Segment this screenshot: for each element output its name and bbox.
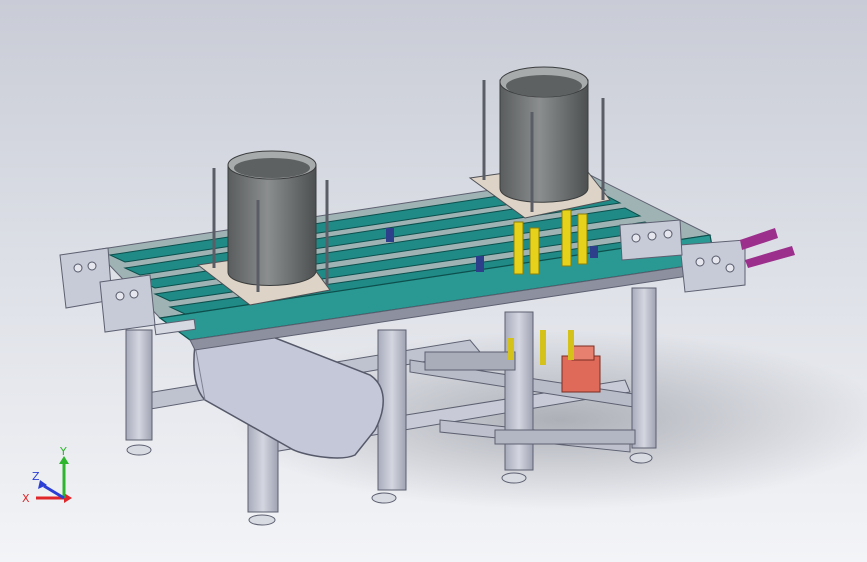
foot <box>371 492 397 504</box>
leg-back-right-b <box>631 287 657 449</box>
axis-triad: X Y Z <box>22 445 72 505</box>
stopper <box>386 228 394 242</box>
foot <box>629 452 653 464</box>
foot <box>501 472 527 484</box>
cylinder-block <box>561 355 601 393</box>
cad-viewport[interactable]: X Y Z <box>0 0 867 562</box>
end-rail <box>740 228 778 250</box>
hopper-cylinder <box>227 164 317 286</box>
stopper <box>590 246 598 258</box>
end-rail <box>745 246 795 268</box>
hopper-cylinder <box>499 79 589 203</box>
z-axis-arrow <box>43 484 65 500</box>
conveyor-assembly-model[interactable] <box>0 0 867 562</box>
z-axis-label: Z <box>32 470 40 483</box>
stopper <box>476 256 484 272</box>
x-axis-label: X <box>22 492 30 505</box>
foot <box>248 514 276 526</box>
leg-back-right-a <box>504 311 534 471</box>
y-axis-label: Y <box>59 445 67 458</box>
leg-front-left <box>125 329 153 441</box>
discharge-chute <box>193 329 384 459</box>
foot <box>126 444 152 456</box>
